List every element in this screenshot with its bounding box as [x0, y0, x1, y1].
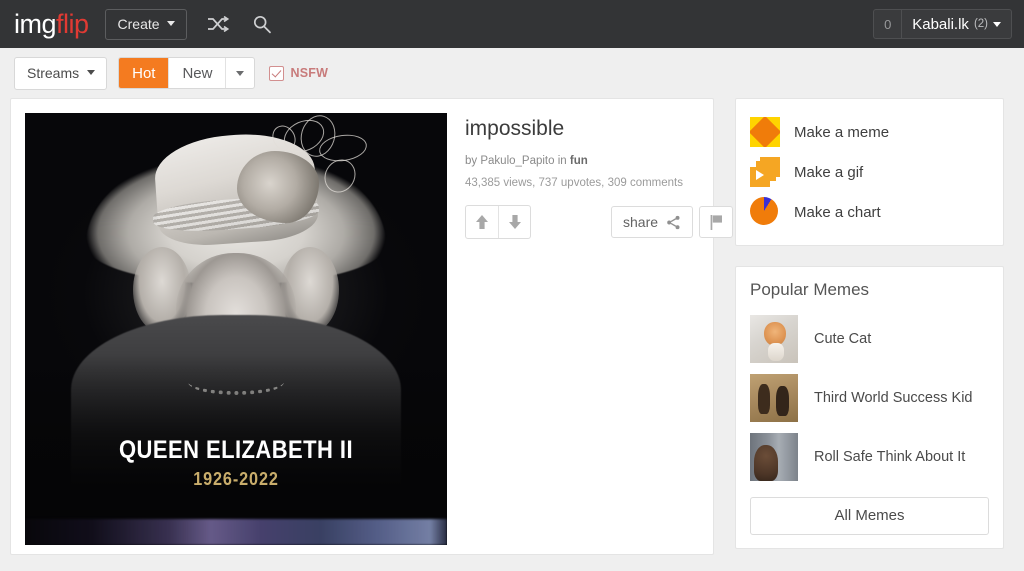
roll-safe-thumbnail	[750, 433, 798, 481]
make-a-chart-label: Make a chart	[794, 203, 881, 221]
shuffle-icon[interactable]	[205, 11, 231, 37]
pinwheel-icon	[750, 117, 780, 147]
notification-count[interactable]: 0	[874, 10, 903, 38]
caption-line-1: QUEEN ELIZABETH II	[118, 436, 354, 464]
meme-name: Cute Cat	[814, 331, 872, 347]
share-button-label: share	[623, 214, 659, 230]
downvote-button[interactable]	[498, 206, 530, 238]
chevron-down-icon	[166, 21, 175, 26]
post-author[interactable]: Pakulo_Papito	[480, 155, 554, 167]
top-navbar: imgflip Create 0 Kabali.lk (2)	[0, 0, 1024, 48]
list-item[interactable]: Roll Safe Think About It	[750, 428, 989, 487]
chevron-down-icon	[87, 70, 96, 75]
post-byline: by Pakulo_Papito in fun	[465, 155, 733, 167]
flag-button[interactable]	[699, 206, 734, 238]
logo-text-flip: flip	[56, 8, 89, 39]
byline-in: in	[557, 155, 567, 167]
post-stats: 43,385 views, 737 upvotes, 309 comments	[465, 177, 683, 189]
popular-memes-panel: Popular Memes Cute Cat Third World Succe…	[735, 266, 1004, 549]
streams-dropdown[interactable]: Streams	[14, 56, 108, 90]
meme-caption: QUEEN ELIZABETH II 1926-2022	[25, 436, 447, 490]
vote-buttons	[465, 205, 531, 239]
list-item[interactable]: Cute Cat	[750, 310, 989, 369]
image-bottom-band	[25, 519, 447, 545]
create-button[interactable]: Create	[104, 8, 187, 40]
pie-chart-icon	[750, 197, 780, 227]
make-panel: Make a meme Make a gif Make a chart	[735, 98, 1004, 246]
meme-image-column: QUEEN ELIZABETH II 1926-2022	[25, 113, 447, 545]
post-stream[interactable]: fun	[570, 155, 588, 167]
gif-frames-icon	[750, 157, 780, 187]
sort-toggle-group: Hot New	[118, 57, 256, 89]
list-item[interactable]: Third World Success Kid	[750, 369, 989, 428]
imgflip-logo[interactable]: imgflip	[14, 8, 89, 39]
post-card: QUEEN ELIZABETH II 1926-2022 impossible …	[10, 98, 734, 555]
user-badge-count: (2)	[973, 18, 988, 30]
meme-name: Roll Safe Think About It	[814, 449, 966, 465]
upvote-button[interactable]	[466, 206, 498, 238]
popular-memes-title: Popular Memes	[750, 280, 870, 299]
all-memes-button[interactable]: All Memes	[750, 497, 989, 535]
meme-image[interactable]: QUEEN ELIZABETH II 1926-2022	[25, 113, 447, 545]
make-a-gif-item[interactable]: Make a gif	[750, 152, 989, 192]
create-button-label: Create	[117, 15, 160, 32]
caption-line-2: 1926-2022	[193, 469, 279, 489]
make-a-meme-label: Make a meme	[794, 123, 890, 141]
sidebar: Make a meme Make a gif Make a chart Popu…	[735, 98, 1004, 549]
username-label: Kabali.lk	[912, 15, 969, 33]
username-dropdown[interactable]: Kabali.lk (2)	[902, 10, 1011, 38]
third-world-success-kid-thumbnail	[750, 374, 798, 422]
page-title: impossible	[465, 117, 565, 140]
cute-cat-thumbnail	[750, 315, 798, 363]
tab-new[interactable]: New	[169, 58, 227, 88]
post-info-column: impossible by Pakulo_Papito in fun 43,38…	[465, 113, 734, 540]
make-a-meme-item[interactable]: Make a meme	[750, 112, 989, 152]
filter-bar: Streams Hot New NSFW	[0, 48, 1024, 98]
sort-more-dropdown[interactable]	[226, 58, 254, 88]
meme-name: Third World Success Kid	[814, 390, 973, 406]
nsfw-toggle[interactable]: NSFW	[269, 65, 329, 81]
share-group: share	[611, 206, 734, 238]
streams-label: Streams	[27, 64, 80, 81]
chevron-down-icon	[993, 21, 1001, 27]
share-button[interactable]: share	[611, 206, 694, 238]
search-icon[interactable]	[249, 11, 275, 37]
post-action-row: share	[465, 205, 734, 239]
nsfw-checkbox[interactable]	[269, 65, 285, 81]
tab-hot[interactable]: Hot	[119, 58, 170, 88]
page-body: QUEEN ELIZABETH II 1926-2022 impossible …	[0, 98, 1024, 555]
byline-prefix: by	[465, 155, 478, 167]
make-a-chart-item[interactable]: Make a chart	[750, 192, 989, 232]
make-a-gif-label: Make a gif	[794, 163, 864, 181]
logo-text-img: img	[14, 8, 57, 39]
nsfw-label: NSFW	[290, 66, 329, 80]
user-menu[interactable]: 0 Kabali.lk (2)	[873, 9, 1012, 39]
chevron-down-icon	[236, 70, 245, 76]
